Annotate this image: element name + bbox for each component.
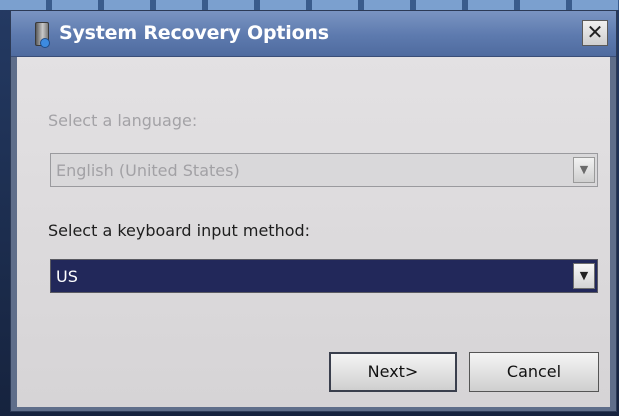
- chevron-down-icon[interactable]: ▼: [573, 263, 595, 289]
- window-title: System Recovery Options: [59, 22, 329, 44]
- dialog-body: Select a language: English (United State…: [17, 57, 610, 407]
- language-select: English (United States) ▼: [50, 153, 598, 187]
- keyboard-label: Select a keyboard input method:: [48, 221, 311, 240]
- language-label: Select a language:: [48, 111, 198, 130]
- title-bar[interactable]: System Recovery Options ✕: [11, 11, 616, 57]
- desktop-background: [0, 0, 619, 10]
- keyboard-value: US: [56, 267, 78, 286]
- next-button[interactable]: Next>: [329, 352, 457, 392]
- chevron-down-icon: ▼: [573, 157, 595, 183]
- keyboard-select[interactable]: US ▼: [50, 259, 598, 293]
- close-button[interactable]: ✕: [582, 20, 608, 46]
- cancel-button[interactable]: Cancel: [469, 352, 599, 392]
- screen: System Recovery Options ✕ Select a langu…: [0, 0, 619, 416]
- system-recovery-icon: [35, 22, 50, 48]
- language-value: English (United States): [56, 161, 240, 180]
- system-recovery-dialog: System Recovery Options ✕ Select a langu…: [10, 10, 617, 412]
